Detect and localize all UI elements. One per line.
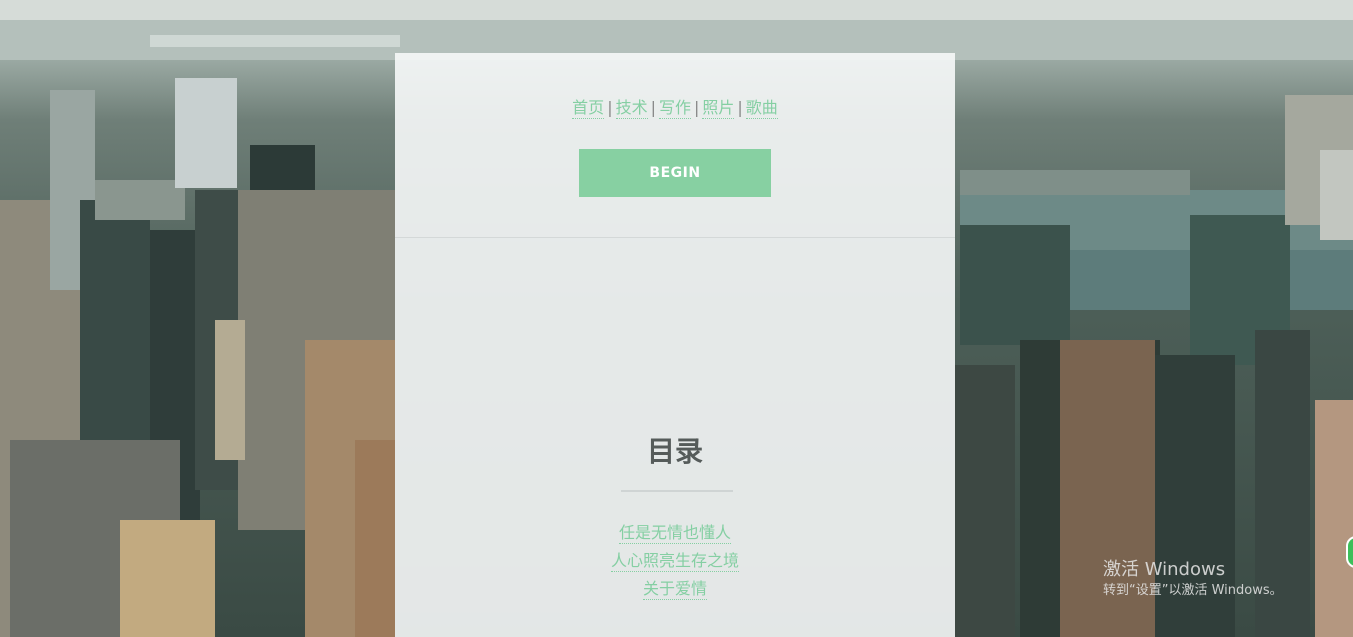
nav-separator: | — [607, 98, 613, 117]
watermark-line-1: 激活 Windows — [1103, 559, 1226, 580]
toc-title: 目录 — [646, 435, 703, 468]
toc-item[interactable]: 任是无情也懂人 — [618, 523, 731, 544]
nav-item-photos[interactable]: 照片 — [702, 98, 735, 119]
nav-item-home[interactable]: 首页 — [572, 98, 605, 119]
nav-separator: | — [650, 98, 656, 117]
nav-item-writing[interactable]: 写作 — [658, 98, 691, 119]
section-divider — [395, 237, 955, 238]
nav-separator: | — [694, 98, 700, 117]
toc-item[interactable]: 人心照亮生存之境 — [610, 551, 739, 572]
nav-item-tech[interactable]: 技术 — [615, 98, 648, 119]
toc-title-underline — [621, 490, 733, 492]
content-panel: 首页 | 技术 | 写作 | 照片 | 歌曲 BEGIN 目录 任是无情也懂人 人心照亮生存之境… — [395, 53, 955, 637]
nav-item-songs[interactable]: 歌曲 — [745, 98, 778, 119]
floating-widget-icon[interactable] — [1346, 536, 1353, 568]
watermark-line-2: 转到“设置”以激活 Windows。 — [1103, 583, 1283, 598]
nav-separator: | — [737, 98, 743, 117]
top-nav: 首页 | 技术 | 写作 | 照片 | 歌曲 — [395, 94, 955, 119]
toc-item[interactable]: 关于爱情 — [642, 579, 707, 600]
toc-list: 任是无情也懂人 人心照亮生存之境 关于爱情 — [395, 523, 955, 607]
begin-button[interactable]: BEGIN — [579, 149, 771, 197]
windows-activation-watermark: 激活 Windows 转到“设置”以激活 Windows。 — [1103, 558, 1283, 600]
